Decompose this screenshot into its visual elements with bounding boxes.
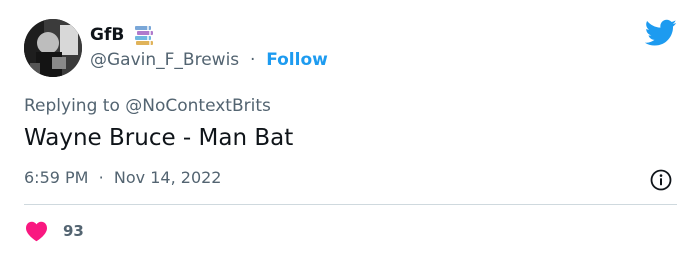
- author-handle-row: @Gavin_F_Brewis · Follow: [90, 50, 328, 70]
- like-count[interactable]: 93: [63, 222, 84, 240]
- timestamp-separator: ·: [93, 168, 109, 187]
- tweet-card: GfB @Gavin_F_Brewis · Follow Replying to…: [0, 0, 700, 257]
- twitter-bird-icon[interactable]: [644, 19, 677, 47]
- info-icon[interactable]: [649, 168, 673, 192]
- avatar[interactable]: [24, 19, 82, 77]
- divider: [24, 204, 677, 205]
- author-name-row: GfB: [90, 23, 156, 47]
- replying-to-label: Replying to: [24, 96, 120, 116]
- author-handle[interactable]: @Gavin_F_Brewis: [90, 50, 239, 70]
- heart-icon[interactable]: [24, 220, 49, 242]
- avatar-photo: [24, 19, 82, 77]
- tweet-text: Wayne Bruce - Man Bat: [24, 125, 294, 151]
- replying-to: Replying to @NoContextBrits: [24, 96, 271, 116]
- author-display-name[interactable]: GfB: [90, 25, 124, 45]
- follow-button[interactable]: Follow: [266, 50, 328, 70]
- books-icon: [132, 23, 156, 47]
- like-row: 93: [24, 219, 84, 243]
- replying-to-handle[interactable]: @NoContextBrits: [125, 96, 271, 116]
- tweet-date[interactable]: Nov 14, 2022: [114, 168, 222, 187]
- tweet-timestamp: 6:59 PM · Nov 14, 2022: [24, 168, 221, 187]
- handle-separator: ·: [244, 50, 261, 70]
- tweet-time[interactable]: 6:59 PM: [24, 168, 88, 187]
